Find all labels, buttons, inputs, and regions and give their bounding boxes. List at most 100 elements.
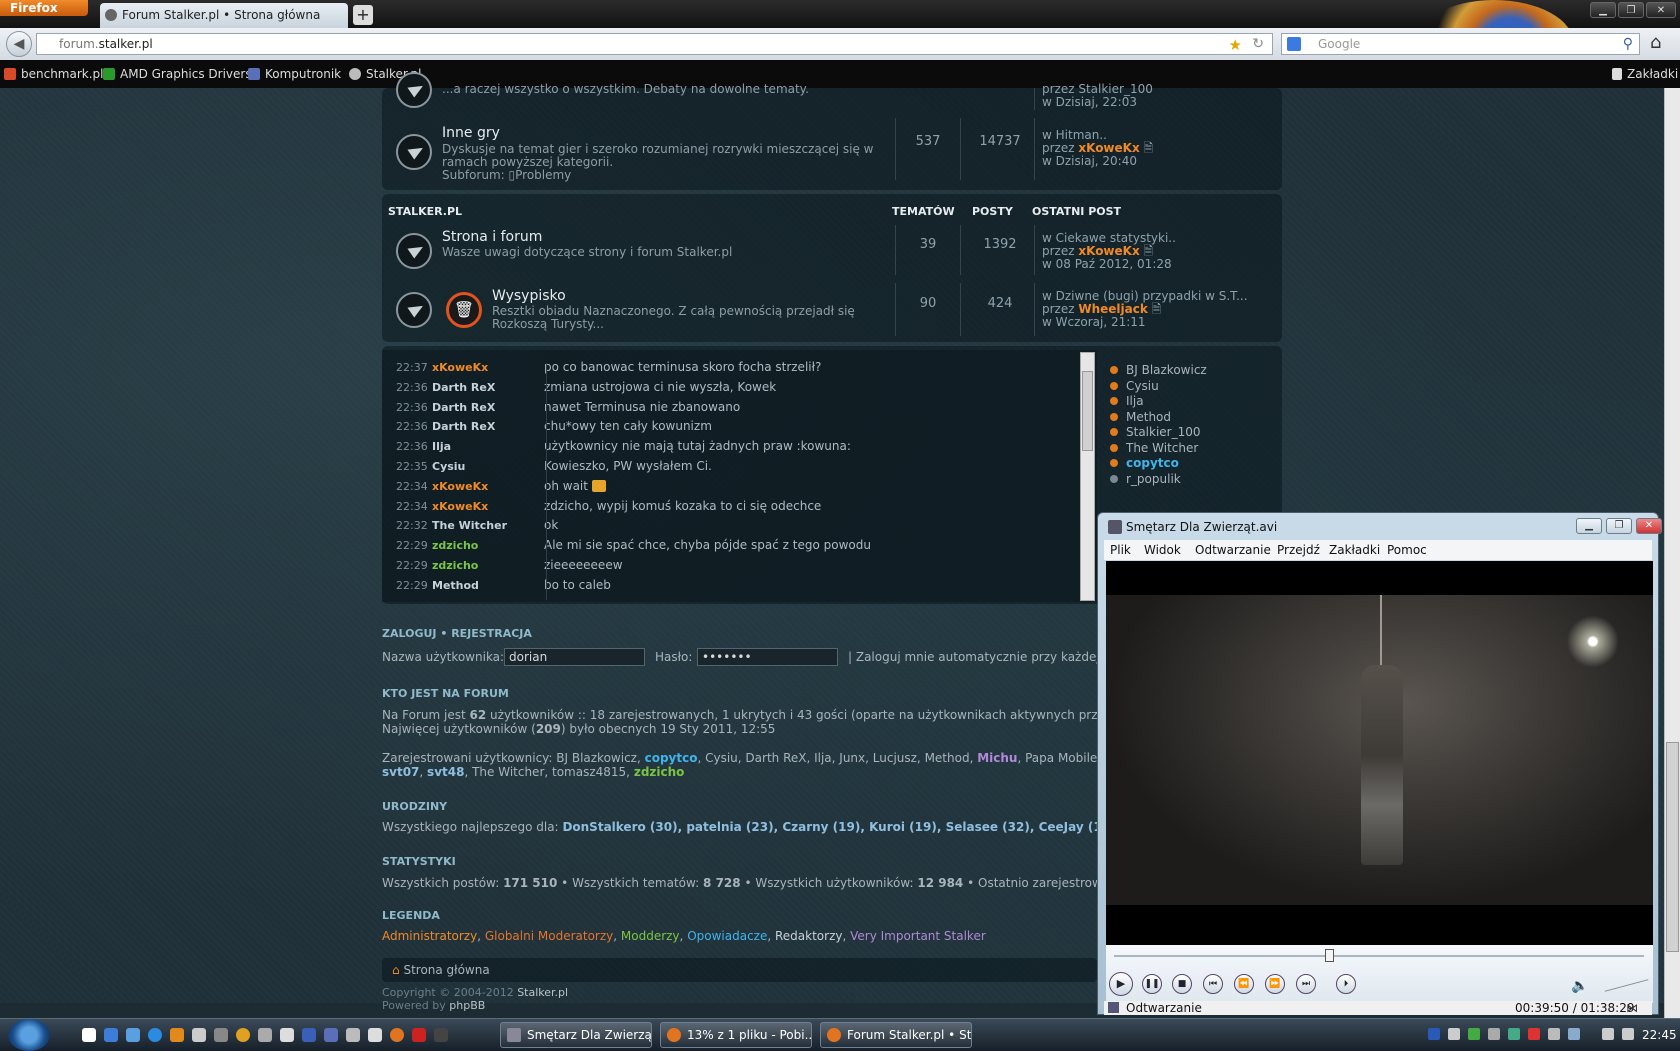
last-post-user[interactable]: xKoweKx xyxy=(1078,141,1139,155)
chat-username[interactable]: xKoweKx xyxy=(432,358,544,377)
minimize-button[interactable]: ▁ xyxy=(1590,2,1616,18)
online-user[interactable]: The Witcher xyxy=(1110,441,1207,457)
previous-button[interactable]: ⏮ xyxy=(1203,974,1223,994)
vlc-icon[interactable] xyxy=(170,1028,184,1042)
browser-tab-active[interactable]: Forum Stalker.pl • Strona główna xyxy=(100,3,348,28)
play-button[interactable]: ▶ xyxy=(1109,972,1133,996)
mp-minimize-button[interactable]: ▁ xyxy=(1576,518,1602,534)
online-user[interactable]: Stalkier_100 xyxy=(1110,425,1207,441)
task-firefox[interactable]: Forum Stalker.pl • St... xyxy=(820,1022,972,1048)
frame-step-button[interactable]: ⏵ xyxy=(1336,974,1356,994)
legend-admins[interactable]: Administratorzy xyxy=(382,929,477,943)
scrollbar-thumb[interactable] xyxy=(1082,371,1093,451)
chat-username[interactable]: xKoweKx xyxy=(432,477,544,496)
quicklaunch-icon[interactable] xyxy=(368,1028,382,1042)
next-button[interactable]: ⏭ xyxy=(1296,974,1316,994)
legend-mods[interactable]: Modderzy xyxy=(621,929,680,943)
legend-global-mods[interactable]: Globalni Moderatorzy xyxy=(485,929,613,943)
chat-username[interactable]: Darth ReX xyxy=(432,378,544,397)
quicklaunch-icon[interactable] xyxy=(104,1028,118,1042)
mp-menu-pomoc[interactable]: Pomoc xyxy=(1387,540,1427,560)
mp-menu-zakladki[interactable]: Zakładki xyxy=(1329,540,1380,560)
quicklaunch-icon[interactable] xyxy=(434,1028,448,1042)
online-user[interactable]: copytco xyxy=(1110,456,1207,472)
forward-button[interactable]: ⏩ xyxy=(1265,974,1285,994)
view-post-icon[interactable]: 🗎 xyxy=(1144,244,1154,258)
bookmark-komputronik[interactable]: Komputronik xyxy=(248,60,341,88)
home-icon[interactable]: ⌂ xyxy=(1650,32,1661,53)
username-input[interactable]: dorian xyxy=(504,648,645,666)
legend-editors[interactable]: Redaktorzy xyxy=(775,929,842,943)
quicklaunch-icon[interactable] xyxy=(192,1028,206,1042)
bookmark-benchmark[interactable]: benchmark.pl xyxy=(4,60,104,88)
online-user[interactable]: Ilja xyxy=(1110,394,1207,410)
chat-username[interactable]: zdzicho xyxy=(432,556,544,575)
stop-button[interactable]: ■ xyxy=(1172,974,1192,994)
close-button[interactable]: ✕ xyxy=(1646,2,1676,18)
page-scrollbar[interactable] xyxy=(1664,88,1680,1018)
new-tab-button[interactable]: + xyxy=(353,5,373,25)
quicklaunch-icon[interactable] xyxy=(214,1028,228,1042)
subforum-link-problemy[interactable]: Problemy xyxy=(515,168,571,182)
chat-username[interactable]: The Witcher xyxy=(432,516,544,535)
quicklaunch-icon[interactable] xyxy=(236,1028,250,1042)
volume-slider[interactable] xyxy=(1604,979,1649,992)
chat-username[interactable]: Darth ReX xyxy=(432,417,544,436)
ie-icon[interactable] xyxy=(148,1028,162,1042)
online-user[interactable]: Method xyxy=(1110,410,1207,426)
tray-icon[interactable] xyxy=(1488,1028,1500,1040)
volume-icon[interactable]: 🔈 xyxy=(1571,978,1588,994)
mp-menu-przejdz[interactable]: Przejdź xyxy=(1277,540,1320,560)
tray-icon[interactable] xyxy=(1448,1028,1460,1040)
language-icon[interactable] xyxy=(1428,1028,1440,1040)
back-button[interactable]: ◀ xyxy=(6,31,32,57)
steam-icon[interactable] xyxy=(346,1028,360,1042)
mp-menu-widok[interactable]: Widok xyxy=(1144,540,1181,560)
google-icon[interactable] xyxy=(1287,37,1301,51)
quicklaunch-icon[interactable] xyxy=(324,1028,338,1042)
chat-username[interactable]: Method xyxy=(432,576,544,595)
legend-vip[interactable]: Very Important Stalker xyxy=(850,929,986,943)
shoutbox-scrollbar[interactable] xyxy=(1080,352,1095,601)
maximize-button[interactable]: ❐ xyxy=(1618,2,1644,18)
birthday-users[interactable]: DonStalkero (30), patelnia (23), Czarny … xyxy=(562,820,1115,834)
user-link[interactable]: svt48 xyxy=(427,765,464,779)
volume-tray-icon[interactable] xyxy=(1548,1028,1560,1040)
search-icon[interactable]: ⚲ xyxy=(1623,34,1633,54)
video-area[interactable] xyxy=(1106,561,1653,945)
pause-button[interactable]: ❚❚ xyxy=(1142,974,1162,994)
quicklaunch-icon[interactable] xyxy=(126,1028,140,1042)
online-user[interactable]: BJ Blazkowicz xyxy=(1110,363,1207,379)
quicklaunch-icon[interactable] xyxy=(82,1028,96,1042)
last-post-user[interactable]: Wheeljack xyxy=(1078,302,1147,316)
phpbb-link[interactable]: phpBB xyxy=(449,999,485,1012)
seek-bar[interactable] xyxy=(1114,955,1644,957)
chat-username[interactable]: Ilja xyxy=(432,437,544,456)
footer-home-link[interactable]: ⌂ Strona główna xyxy=(392,963,490,977)
task-media-player[interactable]: Smętarz Dla Zwierzą... xyxy=(500,1022,652,1048)
chat-username[interactable]: Cysiu xyxy=(432,457,544,476)
tray-icon[interactable] xyxy=(1528,1028,1540,1040)
login-header[interactable]: ZALOGUJ • REJESTRACJA xyxy=(382,627,532,640)
view-post-icon[interactable]: 🗎 xyxy=(1152,302,1162,316)
quicklaunch-icon[interactable] xyxy=(280,1028,294,1042)
user-link[interactable]: zdzicho xyxy=(634,765,685,779)
online-user[interactable]: r_populik xyxy=(1110,472,1207,488)
mp-menu-odtwarzanie[interactable]: Odtwarzanie xyxy=(1195,540,1271,560)
chat-username[interactable]: xKoweKx xyxy=(432,497,544,516)
start-button[interactable] xyxy=(8,1019,50,1051)
tray-icon[interactable] xyxy=(1468,1028,1480,1040)
bookmark-amd[interactable]: AMD Graphics Drivers xyxy=(103,60,252,88)
user-link[interactable]: Michu xyxy=(977,751,1017,765)
firefox-menu-button[interactable]: Firefox xyxy=(0,0,88,16)
forum-title-inne-gry[interactable]: Inne gry xyxy=(442,125,500,141)
tray-icon[interactable] xyxy=(1622,1028,1634,1040)
rewind-button[interactable]: ⏪ xyxy=(1234,974,1254,994)
forum-title-strona[interactable]: Strona i forum xyxy=(442,229,542,245)
user-link[interactable]: svt07 xyxy=(382,765,419,779)
last-post-user[interactable]: xKoweKx xyxy=(1078,244,1139,258)
bookmark-star-icon[interactable]: ★ xyxy=(1229,35,1242,55)
quicklaunch-icon[interactable] xyxy=(258,1028,272,1042)
quicklaunch-icon[interactable] xyxy=(412,1028,426,1042)
task-download[interactable]: 13% z 1 pliku - Pobi... xyxy=(660,1022,812,1048)
